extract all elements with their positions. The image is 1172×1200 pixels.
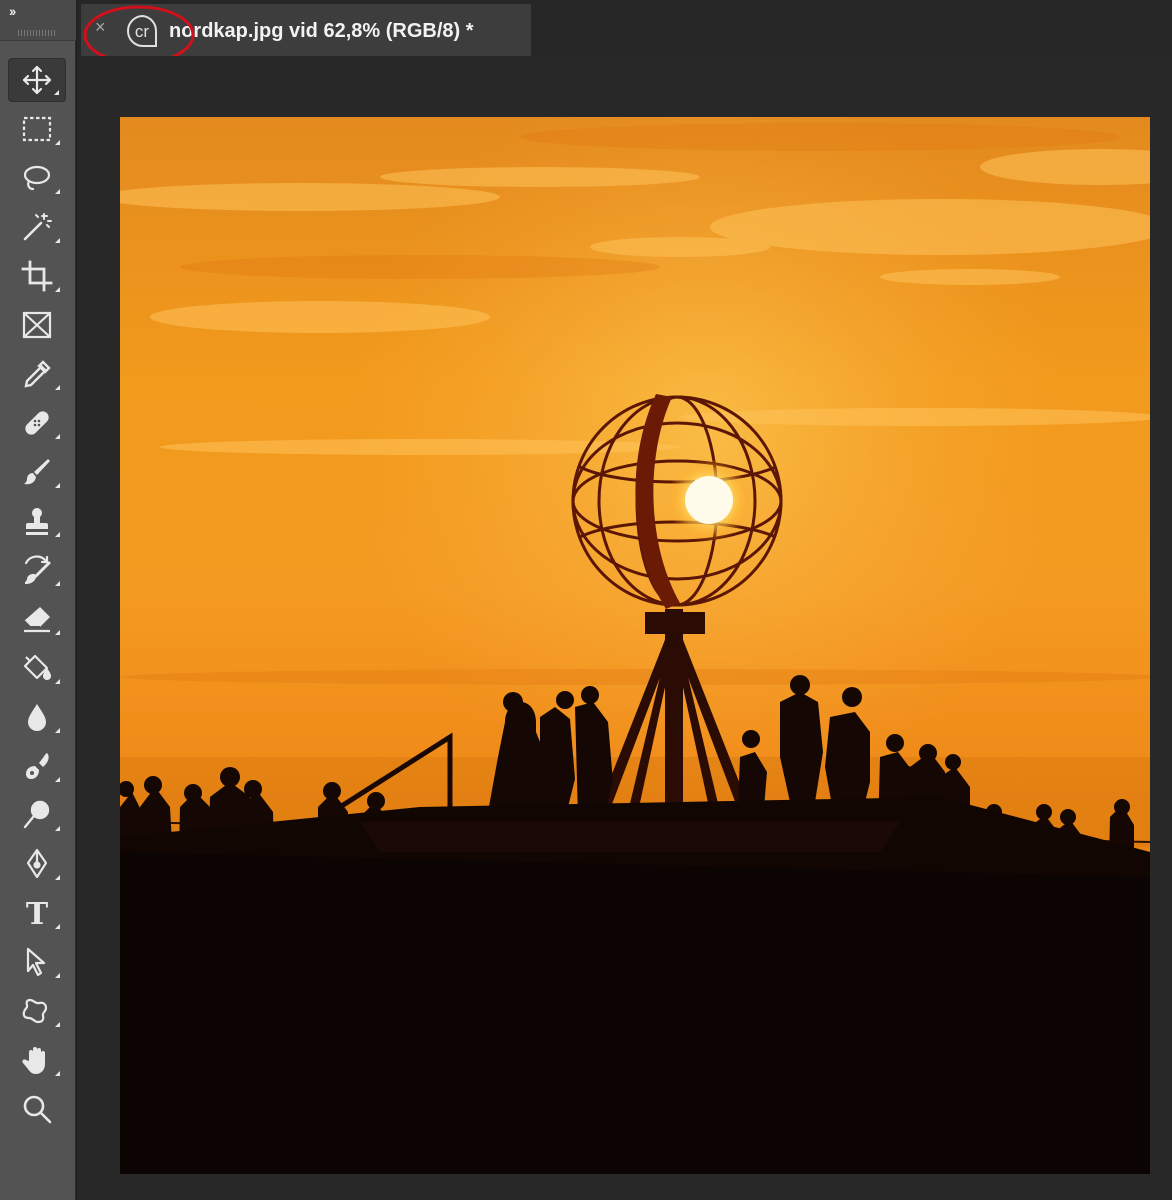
eyedropper-icon — [24, 360, 51, 388]
frame-tool[interactable] — [8, 303, 66, 347]
move-tool[interactable] — [8, 58, 66, 102]
zoom-tool[interactable] — [8, 1087, 66, 1131]
brush-tool[interactable] — [8, 450, 66, 494]
zoom-icon — [23, 1095, 52, 1124]
tools-panel-header: ›› — [0, 0, 76, 41]
eraser-icon — [23, 607, 50, 633]
eraser-tool[interactable] — [8, 597, 66, 641]
path-selection-tool[interactable] — [8, 940, 66, 984]
frame-icon — [22, 311, 52, 339]
collapse-panel-icon[interactable]: ›› — [9, 3, 16, 19]
pen-icon — [26, 848, 48, 879]
lasso-tool[interactable] — [8, 156, 66, 200]
panel-grip-handle[interactable] — [18, 30, 56, 36]
document-tab[interactable]: × cr nordkap.jpg vid 62,8% (RGB/8) * — [81, 4, 531, 56]
eyedropper-tool[interactable] — [8, 352, 66, 396]
pen-tool[interactable] — [8, 842, 66, 886]
brush-icon — [24, 459, 50, 485]
tools-panel: ›› T — [0, 0, 76, 1200]
magic-wand-icon — [23, 213, 52, 241]
hand-tool[interactable] — [8, 1038, 66, 1082]
history-brush-icon — [24, 555, 51, 585]
blur-tool[interactable] — [8, 695, 66, 739]
cloud-document-icon: cr — [127, 14, 158, 47]
paint-bucket-tool[interactable] — [8, 646, 66, 690]
paint-bucket-icon — [23, 654, 52, 681]
bandage-icon — [25, 411, 49, 435]
magic-wand-tool[interactable] — [8, 205, 66, 249]
type-icon: T — [26, 897, 49, 930]
zoom-dodge-icon — [23, 800, 50, 829]
hand-icon — [22, 1047, 45, 1074]
crop-icon — [21, 260, 53, 292]
healing-brush-tool[interactable] — [8, 401, 66, 445]
dodge-tool[interactable] — [8, 744, 66, 788]
shape-icon — [22, 998, 48, 1024]
move-icon — [22, 65, 52, 95]
dodge-burn-tool[interactable] — [8, 793, 66, 837]
close-tab-icon[interactable]: × — [95, 18, 106, 36]
custom-shape-tool[interactable] — [8, 989, 66, 1033]
svg-text:T: T — [26, 897, 49, 930]
lasso-icon — [23, 165, 51, 191]
drop-icon — [28, 704, 46, 731]
photo-nordkap — [120, 117, 1150, 1174]
stamp-icon — [26, 508, 48, 535]
crop-tool[interactable] — [8, 254, 66, 298]
document-title: nordkap.jpg vid 62,8% (RGB/8) * — [169, 20, 474, 42]
marquee-icon — [22, 116, 52, 142]
svg-text:cr: cr — [135, 22, 150, 41]
dodge-icon — [26, 753, 49, 779]
arrow-icon — [26, 947, 46, 977]
history-brush-tool[interactable] — [8, 548, 66, 592]
rectangular-marquee-tool[interactable] — [8, 107, 66, 151]
document-tab-bar: × cr nordkap.jpg vid 62,8% (RGB/8) * — [77, 0, 1172, 56]
clone-stamp-tool[interactable] — [8, 499, 66, 543]
type-tool[interactable]: T — [8, 891, 66, 935]
